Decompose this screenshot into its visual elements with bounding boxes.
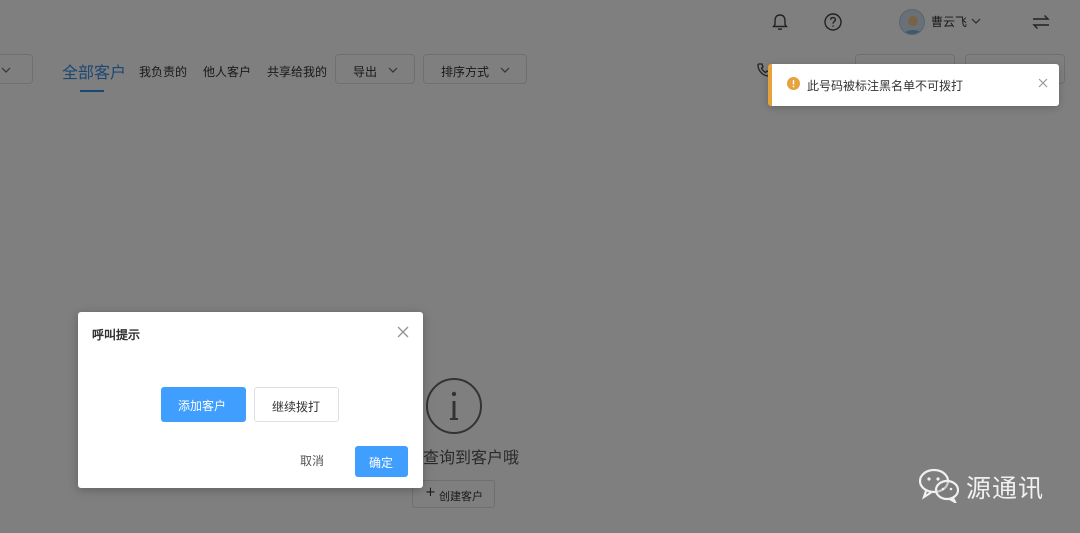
crm-page: 曹云飞 全部客户 我负责的 他人客户 共享给我的 导出 排序方式 xyxy=(0,0,1080,533)
close-icon[interactable] xyxy=(396,325,410,339)
add-customer-button[interactable]: 添加客户 xyxy=(161,387,246,422)
notification-message: 此号码被标注黑名单不可拨打 xyxy=(807,79,964,93)
blacklist-warning-notification: 此号码被标注黑名单不可拨打 xyxy=(768,64,1059,106)
continue-dialing-label: 继续拨打 xyxy=(272,400,321,414)
close-icon[interactable] xyxy=(1038,78,1048,88)
confirm-button[interactable]: 确定 xyxy=(355,446,408,477)
watermark-text: 源通讯 xyxy=(966,474,1045,503)
dialog-title: 呼叫提示 xyxy=(92,328,141,342)
warning-icon xyxy=(787,77,800,90)
cancel-button[interactable]: 取消 xyxy=(300,452,324,469)
confirm-label: 确定 xyxy=(369,456,394,470)
wechat-logo-icon xyxy=(918,468,960,503)
call-prompt-dialog: 呼叫提示 添加客户 继续拨打 取消 确定 xyxy=(78,312,423,488)
add-customer-label: 添加客户 xyxy=(178,399,227,413)
continue-dialing-button[interactable]: 继续拨打 xyxy=(254,387,339,422)
